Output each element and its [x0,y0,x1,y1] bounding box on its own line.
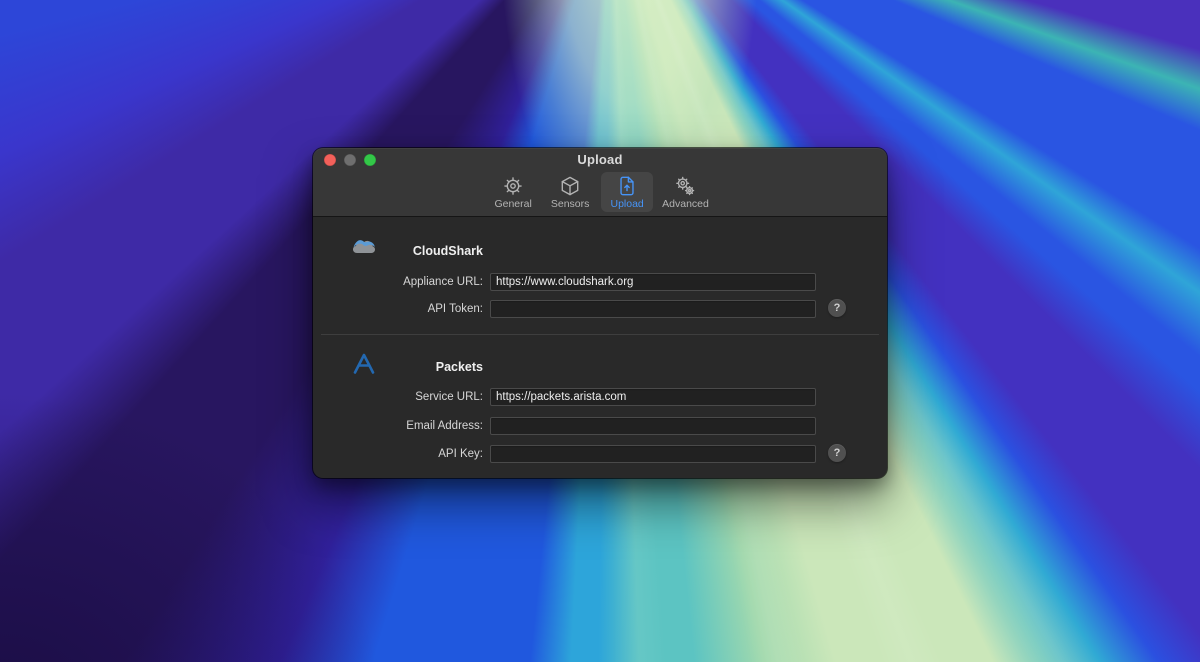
api-key-help-button[interactable]: ? [828,444,846,462]
email-address-label: Email Address: [313,417,483,435]
service-url-label: Service URL: [313,388,483,406]
tab-general-label: General [494,198,531,210]
section-divider [321,334,879,335]
cube-icon [559,175,581,197]
api-key-input[interactable] [490,445,816,463]
api-key-label: API Key: [313,445,483,463]
tab-advanced-label: Advanced [662,198,709,210]
api-token-help-button[interactable]: ? [828,299,846,317]
appliance-url-label: Appliance URL: [313,273,483,291]
toolbar: General Sensors Upload [313,170,887,218]
service-url-input[interactable] [490,388,816,406]
section-title-cloudshark: CloudShark [313,242,483,261]
api-token-input[interactable] [490,300,816,318]
tab-general[interactable]: General [487,172,539,212]
preferences-window: Upload General [313,148,887,478]
double-gear-icon [674,175,696,197]
api-token-label: API Token: [313,300,483,318]
upload-pane: CloudShark Appliance URL: API Token: ? P… [313,217,887,478]
tab-sensors[interactable]: Sensors [544,172,596,212]
section-title-packets: Packets [313,358,483,377]
tab-upload-label: Upload [611,198,644,210]
titlebar[interactable]: Upload [313,148,887,171]
window-title: Upload [313,152,887,167]
tab-upload[interactable]: Upload [601,172,653,212]
gear-icon [502,175,524,197]
appliance-url-input[interactable] [490,273,816,291]
tab-sensors-label: Sensors [551,198,590,210]
email-address-input[interactable] [490,417,816,435]
window-chrome: Upload General [313,148,887,217]
document-upload-icon [616,175,638,197]
tab-advanced[interactable]: Advanced [658,172,713,212]
